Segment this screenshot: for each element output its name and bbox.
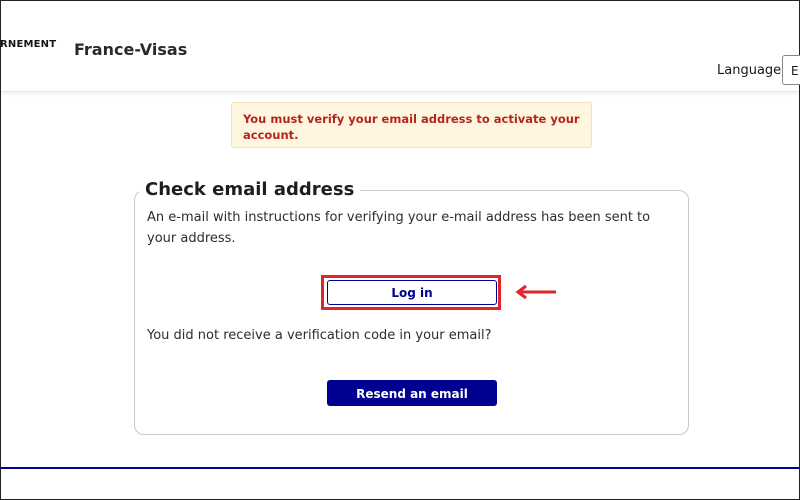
language-label: Language : (717, 63, 790, 78)
card-description: An e-mail with instructions for verifyin… (147, 210, 651, 246)
verification-alert: You must verify your email address to ac… (231, 102, 592, 148)
resend-email-button[interactable]: Resend an email (327, 380, 497, 406)
pointer-arrow-icon (515, 284, 556, 300)
not-received-text: You did not receive a verification code … (147, 328, 492, 343)
footer-divider (1, 467, 799, 469)
login-button[interactable]: Log in (327, 280, 497, 305)
language-select[interactable]: E (782, 55, 800, 85)
site-title[interactable]: France-Visas (74, 40, 187, 59)
card-title: Check email address (139, 179, 361, 200)
government-logo-text: RNEMENT (0, 39, 57, 50)
site-header: RNEMENT France-Visas Language : E (0, 1, 800, 92)
